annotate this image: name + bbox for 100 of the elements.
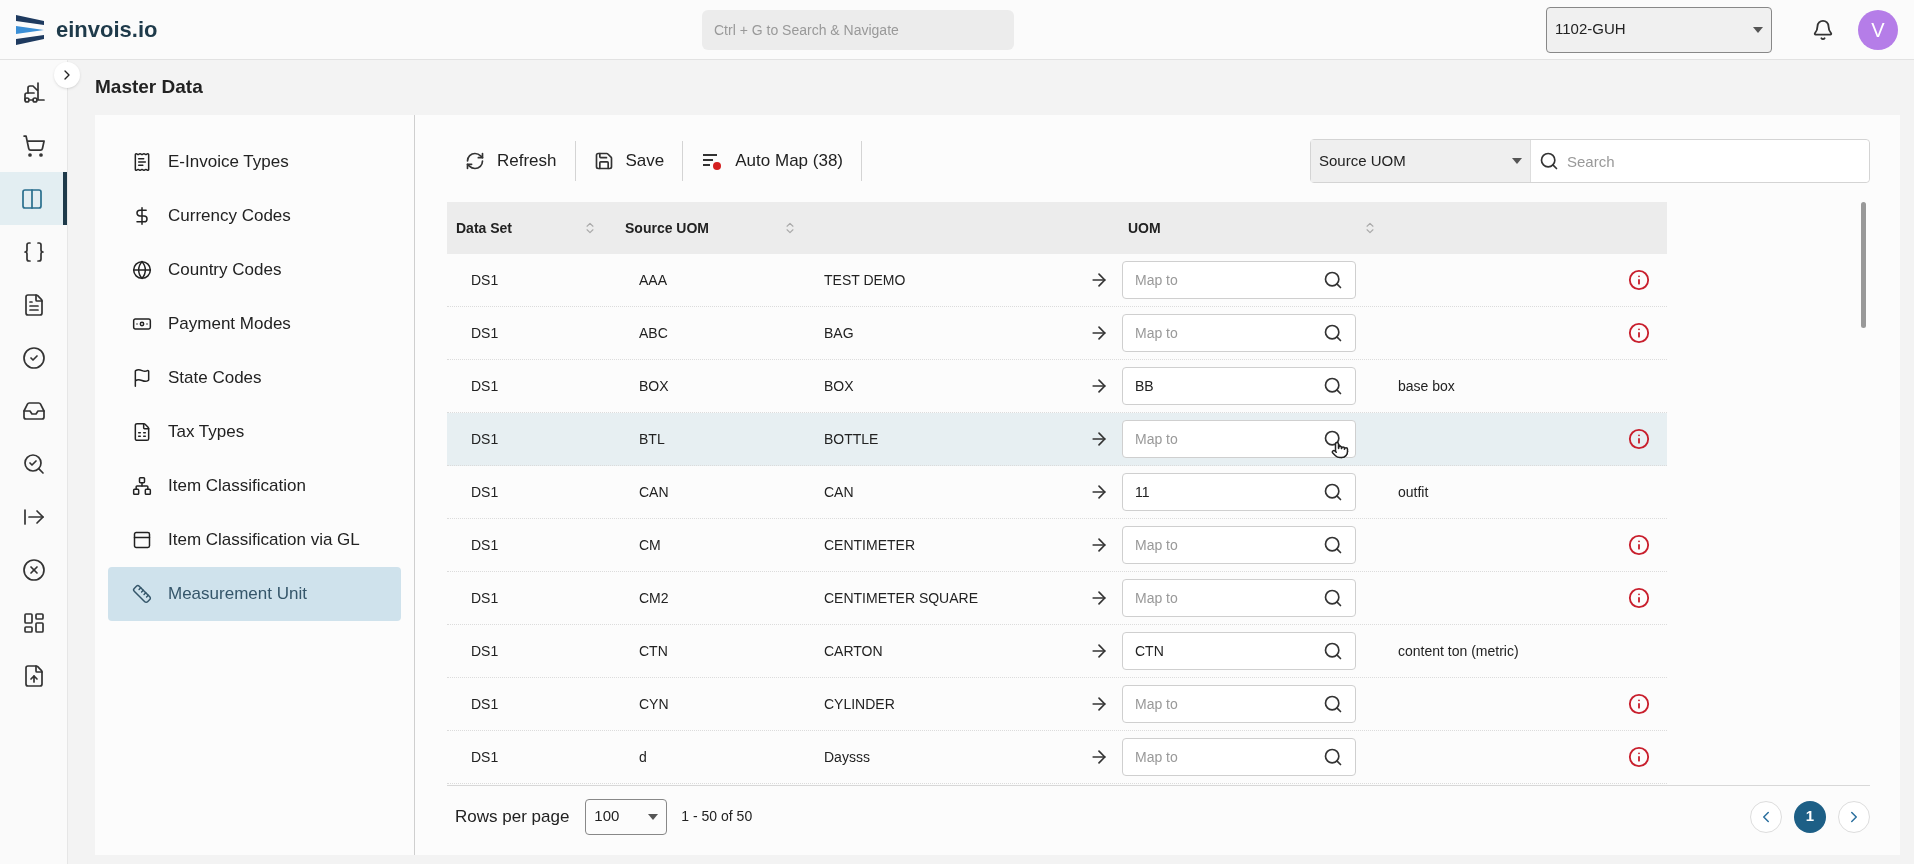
caret-icon [648, 813, 659, 820]
search-field[interactable]: Ctrl + G to Search & Navigate [702, 9, 1014, 50]
scrollbar-thumb[interactable] [1861, 202, 1866, 328]
rows-per-page-select[interactable]: 100 [585, 798, 668, 835]
map-input[interactable]: Map to [1135, 322, 1323, 344]
map-field[interactable]: Map to [1122, 685, 1356, 723]
expand-button[interactable] [54, 62, 80, 88]
automap-button[interactable]: Auto Map (38) [683, 139, 861, 183]
search-icon[interactable] [1323, 747, 1343, 767]
table-row[interactable]: DS1 AAA TEST DEMO Map to [447, 254, 1667, 307]
sidebar-item[interactable]: Payment Modes [108, 297, 401, 351]
sidebar-item[interactable]: E-Invoice Types [108, 135, 401, 189]
table-cell-text: CTN [638, 641, 669, 661]
table-row[interactable]: DS1 ABC BAG Map to [447, 307, 1667, 360]
map-field[interactable]: Map to [1122, 420, 1356, 458]
table-cell-text: DS1 [470, 429, 500, 449]
page-title: Master Data [95, 75, 203, 100]
search-check-icon [21, 451, 46, 476]
table-row[interactable]: DS1 CAN CAN 11 outfit [447, 466, 1667, 519]
search-icon[interactable] [1323, 588, 1343, 608]
table-cell-text: CM2 [638, 588, 670, 608]
table-cell-text: CAN [823, 482, 855, 502]
search-icon[interactable] [1323, 535, 1343, 555]
table-cell-text: DS1 [470, 323, 500, 343]
map-input[interactable]: Map to [1135, 746, 1323, 768]
search-icon[interactable] [1323, 270, 1343, 290]
map-input[interactable]: CTN [1135, 640, 1323, 662]
map-field[interactable]: Map to [1122, 579, 1356, 617]
column-header[interactable]: Source UOM [625, 217, 709, 239]
table-row[interactable]: DS1 CTN CARTON CTN content ton (metric) [447, 625, 1667, 678]
sidebar-item[interactable]: Country Codes [108, 243, 401, 297]
refresh-button[interactable]: Refresh [447, 139, 575, 183]
search-icon[interactable] [1323, 429, 1343, 449]
save-button[interactable]: Save [575, 139, 683, 183]
map-input[interactable]: Map to [1135, 428, 1323, 450]
table-cell-text: CYN [638, 694, 670, 714]
table-cell-text: DS1 [470, 376, 500, 396]
table-cell-text: DS1 [470, 482, 500, 502]
search-icon[interactable] [1323, 323, 1343, 343]
caret-icon [1753, 26, 1763, 33]
check-circle-icon [21, 345, 46, 370]
map-field[interactable]: BB [1122, 367, 1356, 405]
ruler-icon [132, 584, 152, 604]
table-row[interactable]: DS1 d Daysss Map to [447, 731, 1667, 784]
map-input[interactable]: BB [1135, 375, 1323, 397]
table-cell-text: TEST DEMO [823, 270, 907, 290]
column-header[interactable]: Data Set [456, 217, 513, 239]
table-cell-text: BOX [823, 376, 855, 396]
sidebar-item[interactable]: State Codes [108, 351, 401, 405]
receipt-icon [132, 152, 152, 172]
map-input[interactable]: Map to [1135, 269, 1323, 291]
map-input[interactable]: Map to [1135, 693, 1323, 715]
search-icon[interactable] [1323, 694, 1343, 714]
notification-icon[interactable] [1812, 18, 1834, 41]
table-cell-text: CENTIMETER [823, 535, 916, 555]
table-row[interactable]: DS1 BTL BOTTLE Map to [447, 413, 1667, 466]
table-cell-text: CM [638, 535, 662, 555]
map-field[interactable]: 11 [1122, 473, 1356, 511]
map-input[interactable]: Map to [1135, 534, 1323, 556]
sidebar-item[interactable]: Currency Codes [108, 189, 401, 243]
map-input[interactable]: Map to [1135, 587, 1323, 609]
table-cell-text: CENTIMETER SQUARE [823, 588, 979, 608]
search-icon[interactable] [1323, 482, 1343, 502]
filter-select[interactable]: Source UOM [1311, 140, 1531, 182]
hand-cursor-icon [1331, 441, 1349, 459]
caret-icon [1512, 158, 1522, 164]
sidebar-item[interactable]: Item Classification via GL [108, 513, 401, 567]
map-field[interactable]: CTN [1122, 632, 1356, 670]
flag-icon [132, 368, 152, 388]
table-cell-text: BOX [638, 376, 670, 396]
map-field[interactable]: Map to [1122, 738, 1356, 776]
company-select[interactable]: 1102-GUH [1546, 6, 1772, 53]
table-cell-text: d [638, 747, 648, 767]
column-header[interactable]: UOM [1128, 217, 1161, 239]
table-row[interactable]: DS1 CM CENTIMETER Map to [447, 519, 1667, 572]
dashboard-icon [21, 610, 46, 635]
table-cell-text: content ton (metric) [1397, 641, 1520, 661]
cart-icon [21, 133, 46, 158]
map-field[interactable]: Map to [1122, 526, 1356, 564]
sidebar-item[interactable]: Item Classification [108, 459, 401, 513]
save-icon [593, 151, 614, 171]
table-cell-text: CAN [638, 482, 670, 502]
table-row[interactable]: DS1 CM2 CENTIMETER SQUARE Map to [447, 572, 1667, 625]
map-input[interactable]: 11 [1135, 481, 1323, 503]
table-cell-text: Daysss [823, 747, 871, 767]
table-row[interactable]: DS1 CYN CYLINDER Map to [447, 678, 1667, 731]
map-field[interactable]: Map to [1122, 314, 1356, 352]
sidebar-item[interactable]: Tax Types [108, 405, 401, 459]
page-button[interactable]: 1 [1794, 800, 1826, 833]
logo-icon [16, 14, 44, 45]
table-cell-text: BAG [823, 323, 855, 343]
map-field[interactable]: Map to [1122, 261, 1356, 299]
list-dot-icon [701, 151, 724, 171]
search-icon[interactable] [1323, 376, 1343, 396]
table-cell-text: CYLINDER [823, 694, 896, 714]
rail-item[interactable] [0, 172, 67, 225]
table-cell-text: DS1 [470, 747, 500, 767]
search-icon[interactable] [1323, 641, 1343, 661]
panel-icon [132, 530, 152, 550]
sidebar-item[interactable]: Measurement Unit [108, 567, 401, 621]
